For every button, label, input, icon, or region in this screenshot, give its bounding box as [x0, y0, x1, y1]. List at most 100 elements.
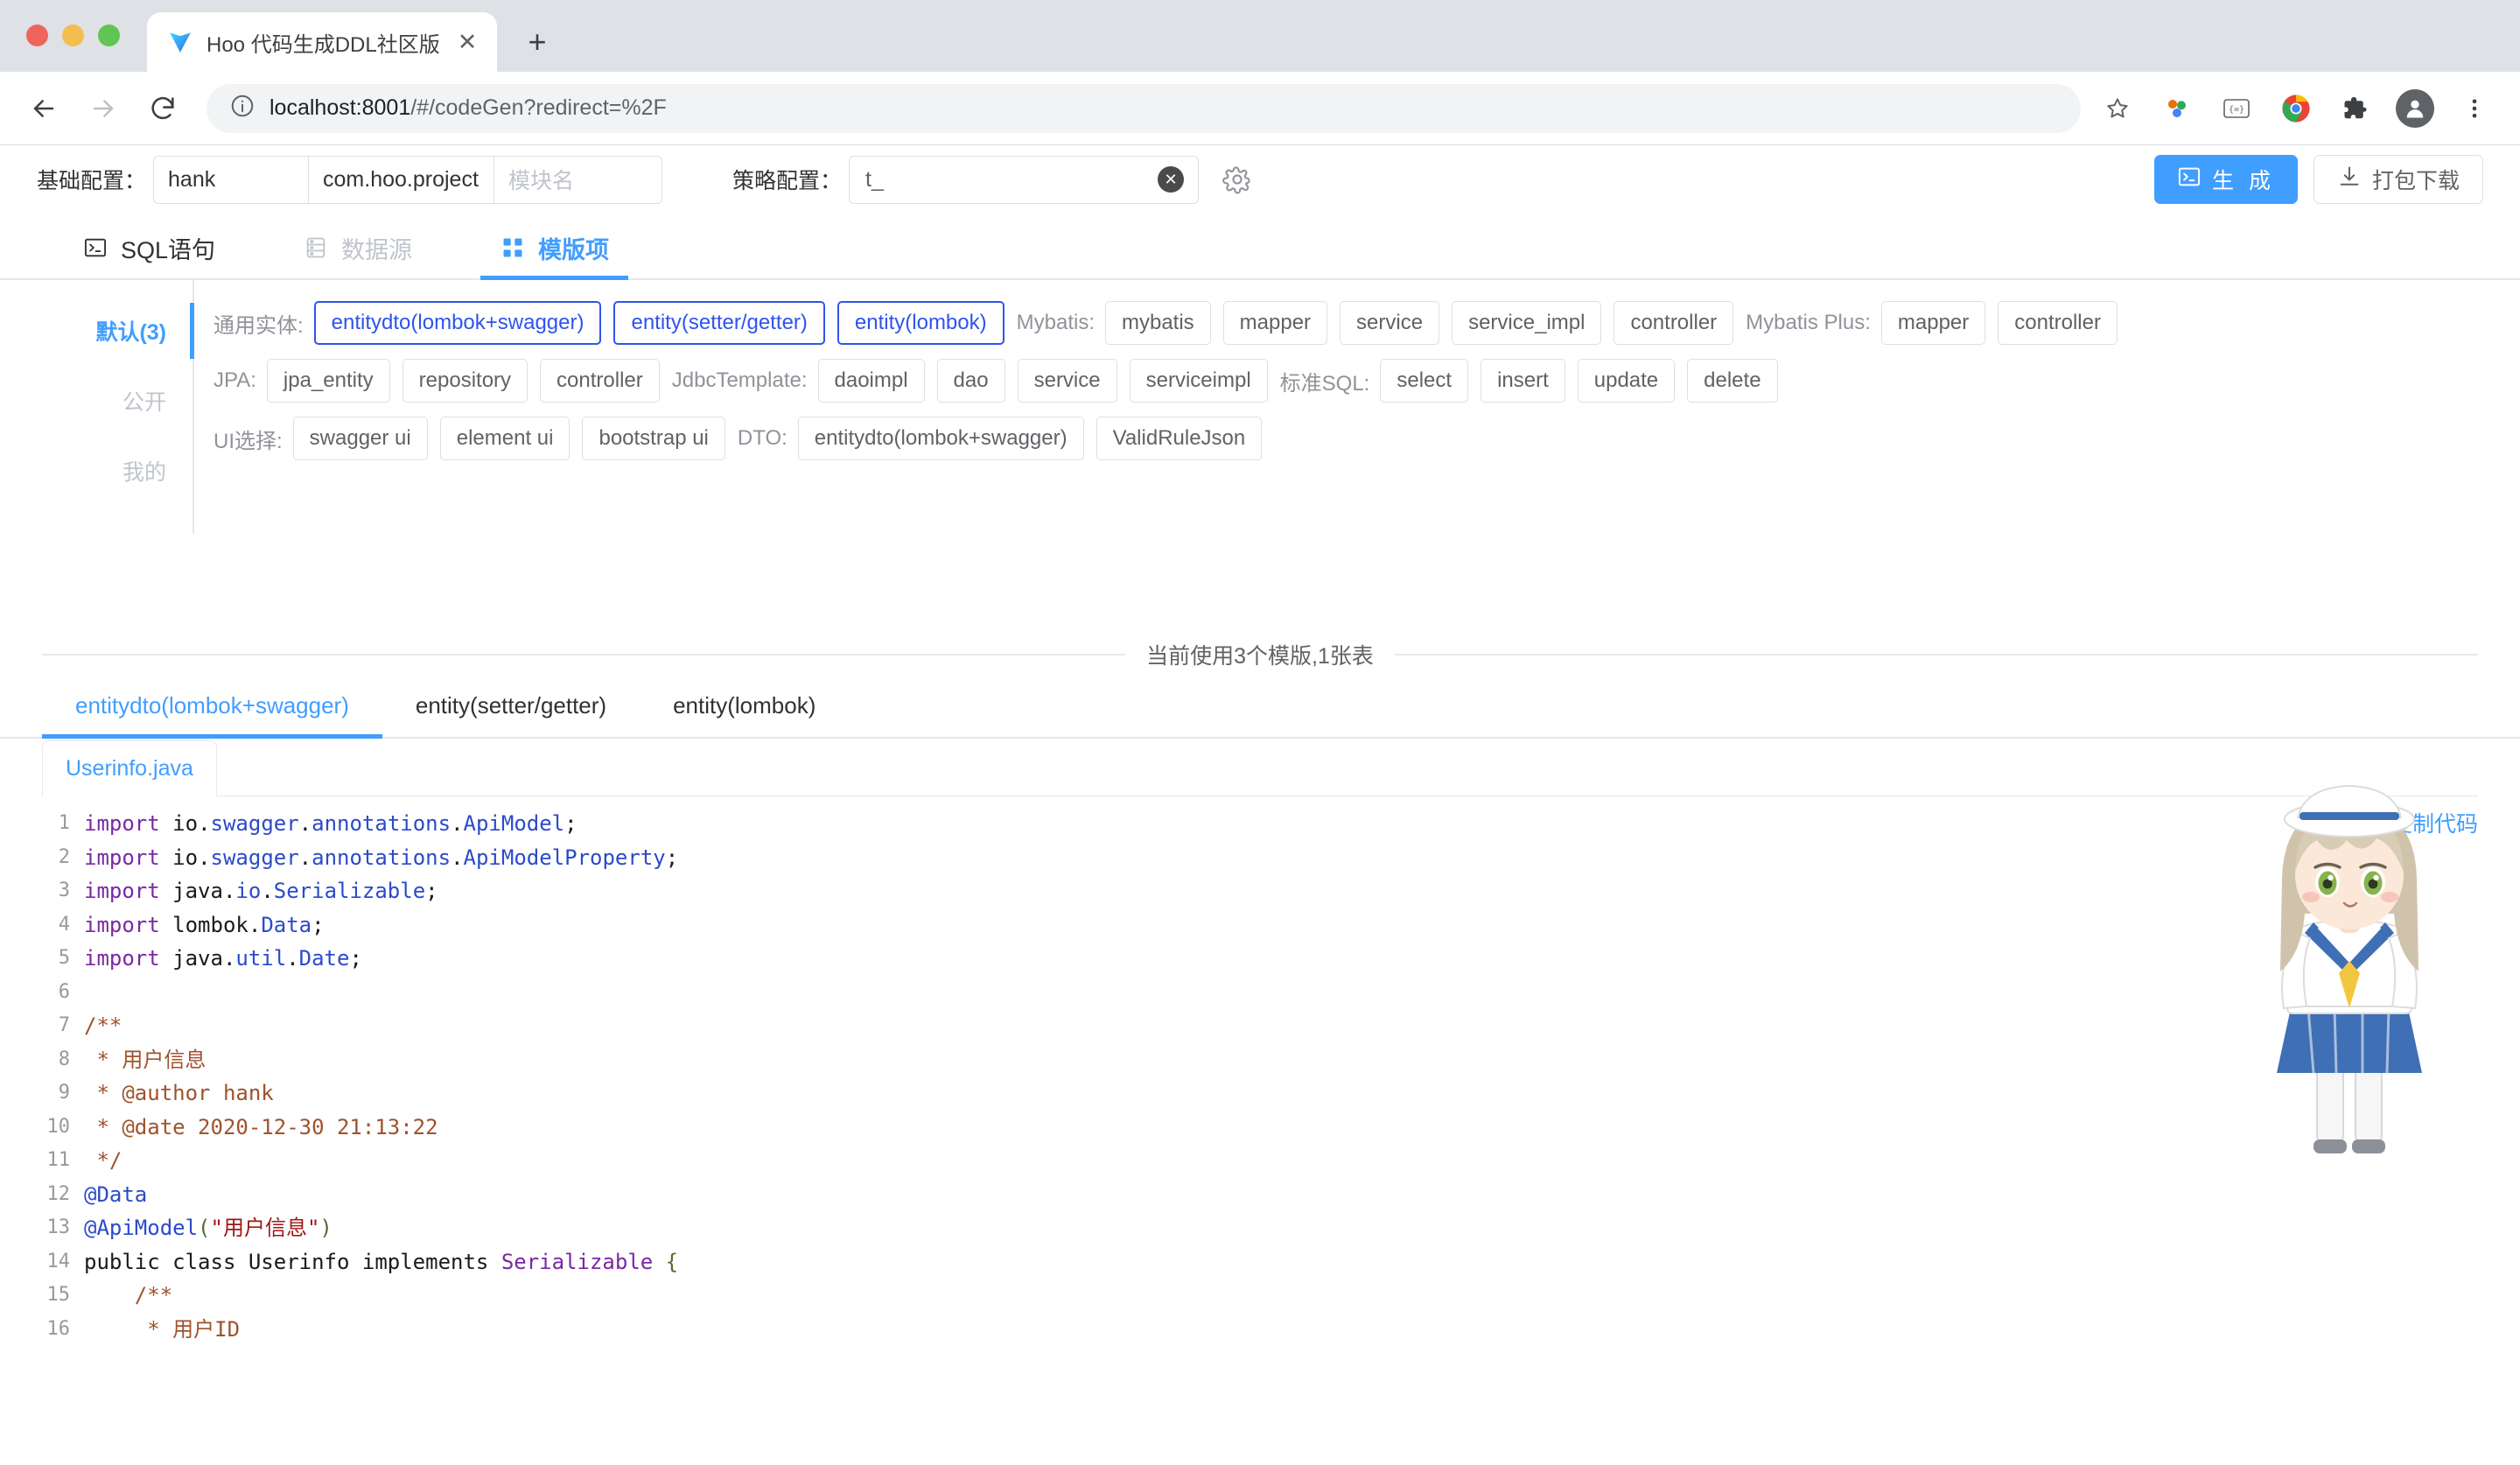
url-bar[interactable]: localhost:8001/#/codeGen?redirect=%2F	[206, 83, 2081, 133]
module-input[interactable]: 模块名	[494, 155, 663, 204]
tab-datasource[interactable]: 数据源	[275, 217, 440, 278]
code-token: Serializable	[500, 1249, 654, 1274]
terminal-icon	[2177, 165, 2202, 195]
code-token: */	[84, 1148, 122, 1173]
chip-entity-setter-getter[interactable]: entity(setter/getter)	[613, 301, 825, 345]
chip-bootstrap-ui[interactable]: bootstrap ui	[582, 417, 725, 460]
chrome-profile-color-icon[interactable]	[2275, 88, 2317, 130]
template-picker: 默认(3) 公开 我的 通用实体: entitydto(lombok+swagg…	[0, 280, 2520, 534]
chip-entitydto-lombok-swagger[interactable]: entitydto(lombok+swagger)	[313, 301, 602, 345]
forward-icon[interactable]	[75, 81, 131, 137]
chip-swagger-ui[interactable]: swagger ui	[292, 417, 428, 460]
code-token: lombok	[172, 912, 248, 937]
chip-dto-entitydto[interactable]: entitydto(lombok+swagger)	[797, 417, 1084, 460]
code-line: 2 import io.swagger.annotations.ApiModelP…	[42, 841, 2478, 875]
usage-divider: 当前使用3个模版,1张表	[0, 639, 2520, 670]
code-line-content: /**	[84, 1279, 2478, 1313]
template-chip-rows: 通用实体: entitydto(lombok+swagger) entity(s…	[194, 280, 2520, 534]
browser-chrome: Hoo 代码生成DDL社区版 ✕ + localhost:8001/#/code…	[0, 0, 2520, 145]
code-token: swagger	[210, 811, 299, 836]
generate-button[interactable]: 生 成	[2154, 155, 2298, 204]
code-token: ;	[312, 912, 325, 937]
grid-icon	[500, 235, 526, 261]
main-tabs: SQL语句 数据源 模版项	[0, 214, 2520, 280]
close-window-button[interactable]	[26, 25, 48, 46]
extensions-icon[interactable]	[2334, 88, 2376, 130]
chip-dto-validrulejson[interactable]: ValidRuleJson	[1096, 417, 1263, 460]
download-package-button[interactable]: 打包下载	[2313, 155, 2483, 204]
browser-tab[interactable]: Hoo 代码生成DDL社区版 ✕	[147, 12, 497, 72]
new-tab-button[interactable]: +	[513, 18, 562, 67]
chip-mybatis-mapper[interactable]: mapper	[1222, 301, 1328, 345]
strategy-input[interactable]: t_ ✕	[849, 155, 1200, 204]
chip-jdbc-serviceimpl[interactable]: serviceimpl	[1129, 359, 1268, 403]
code-token: import	[84, 912, 173, 937]
code-line-content: */	[84, 1144, 2478, 1178]
browser-menu-icon[interactable]	[2454, 88, 2496, 130]
code-line-number: 10	[46, 1115, 71, 1138]
code-line-number: 14	[46, 1250, 71, 1272]
code-line-number: 9	[58, 1082, 70, 1104]
extension-puzzle-color-icon[interactable]	[2156, 88, 2198, 130]
code-line-content: * @date 2020-12-30 21:13:22	[84, 1111, 2478, 1145]
author-input[interactable]: hank	[153, 155, 310, 204]
avatar[interactable]	[2394, 88, 2436, 130]
group-label-jdbctemplate: JdbcTemplate:	[671, 368, 808, 392]
chip-mybatis[interactable]: mybatis	[1104, 301, 1211, 345]
tab-sql[interactable]: SQL语句	[54, 217, 243, 278]
maximize-window-button[interactable]	[98, 25, 120, 46]
chip-element-ui[interactable]: element ui	[439, 417, 570, 460]
chip-sql-update[interactable]: update	[1577, 359, 1676, 403]
chip-mybatisplus-mapper[interactable]: mapper	[1880, 301, 1986, 345]
back-icon[interactable]	[16, 81, 72, 137]
result-tab-entity-lombok[interactable]: entity(lombok)	[640, 674, 849, 737]
tab-templates[interactable]: 模版项	[472, 217, 637, 280]
database-icon	[303, 235, 329, 261]
code-editor[interactable]: 1 import io.swagger.annotations.ApiModel;…	[42, 796, 2478, 1346]
code-token: .	[198, 845, 211, 870]
code-token: .	[286, 946, 299, 971]
code-line: 5 import java.util.Date;	[42, 942, 2478, 976]
gear-icon[interactable]	[1220, 162, 1255, 197]
chip-jpa-entity[interactable]: jpa_entity	[266, 359, 390, 403]
chip-jdbc-service[interactable]: service	[1017, 359, 1117, 403]
divider-left	[42, 654, 1126, 655]
chip-sql-insert[interactable]: insert	[1480, 359, 1565, 403]
sidebar-item-mine[interactable]: 我的	[0, 436, 192, 506]
reload-icon[interactable]	[135, 81, 191, 137]
sidebar-item-public[interactable]: 公开	[0, 366, 192, 436]
code-token: {	[653, 1249, 679, 1274]
chip-mybatis-service[interactable]: service	[1340, 301, 1440, 345]
code-brackets-icon[interactable]: {=}	[2216, 88, 2258, 130]
code-token: Data	[261, 912, 312, 937]
file-tab-userinfo-java[interactable]: Userinfo.java	[42, 740, 217, 796]
code-line-number: 4	[58, 913, 70, 936]
chip-mybatis-service-impl[interactable]: service_impl	[1452, 301, 1602, 345]
url-text: localhost:8001/#/codeGen?redirect=%2F	[270, 95, 667, 121]
avatar-circle	[2396, 88, 2434, 128]
code-line: 8 * 用户信息	[42, 1043, 2478, 1077]
chip-jdbc-dao[interactable]: dao	[936, 359, 1005, 403]
chip-jdbc-daoimpl[interactable]: daoimpl	[817, 359, 925, 403]
sidebar-item-default[interactable]: 默认(3)	[0, 296, 194, 366]
chip-jpa-repository[interactable]: repository	[402, 359, 528, 403]
tab-datasource-label: 数据源	[341, 236, 413, 263]
terminal-icon	[82, 235, 108, 261]
clear-icon[interactable]: ✕	[1158, 166, 1185, 193]
code-line: 3 import java.io.Serializable;	[42, 874, 2478, 908]
site-info-icon[interactable]	[229, 93, 256, 123]
chip-jpa-controller[interactable]: controller	[540, 359, 660, 403]
package-input[interactable]: com.hoo.project	[309, 155, 495, 204]
code-line-content: import java.io.Serializable;	[84, 874, 2478, 908]
chip-entity-lombok[interactable]: entity(lombok)	[836, 301, 1004, 345]
chip-mybatis-controller[interactable]: controller	[1614, 301, 1734, 345]
result-tab-entity-setter-getter[interactable]: entity(setter/getter)	[382, 674, 640, 737]
close-icon[interactable]: ✕	[453, 28, 481, 56]
chip-sql-select[interactable]: select	[1380, 359, 1469, 403]
chip-sql-delete[interactable]: delete	[1687, 359, 1778, 403]
bookmark-star-icon[interactable]	[2096, 88, 2138, 130]
result-tab-entitydto[interactable]: entitydto(lombok+swagger)	[42, 674, 382, 739]
minimize-window-button[interactable]	[62, 25, 84, 46]
code-token: ;	[564, 811, 578, 836]
chip-mybatisplus-controller[interactable]: controller	[1998, 301, 2118, 345]
